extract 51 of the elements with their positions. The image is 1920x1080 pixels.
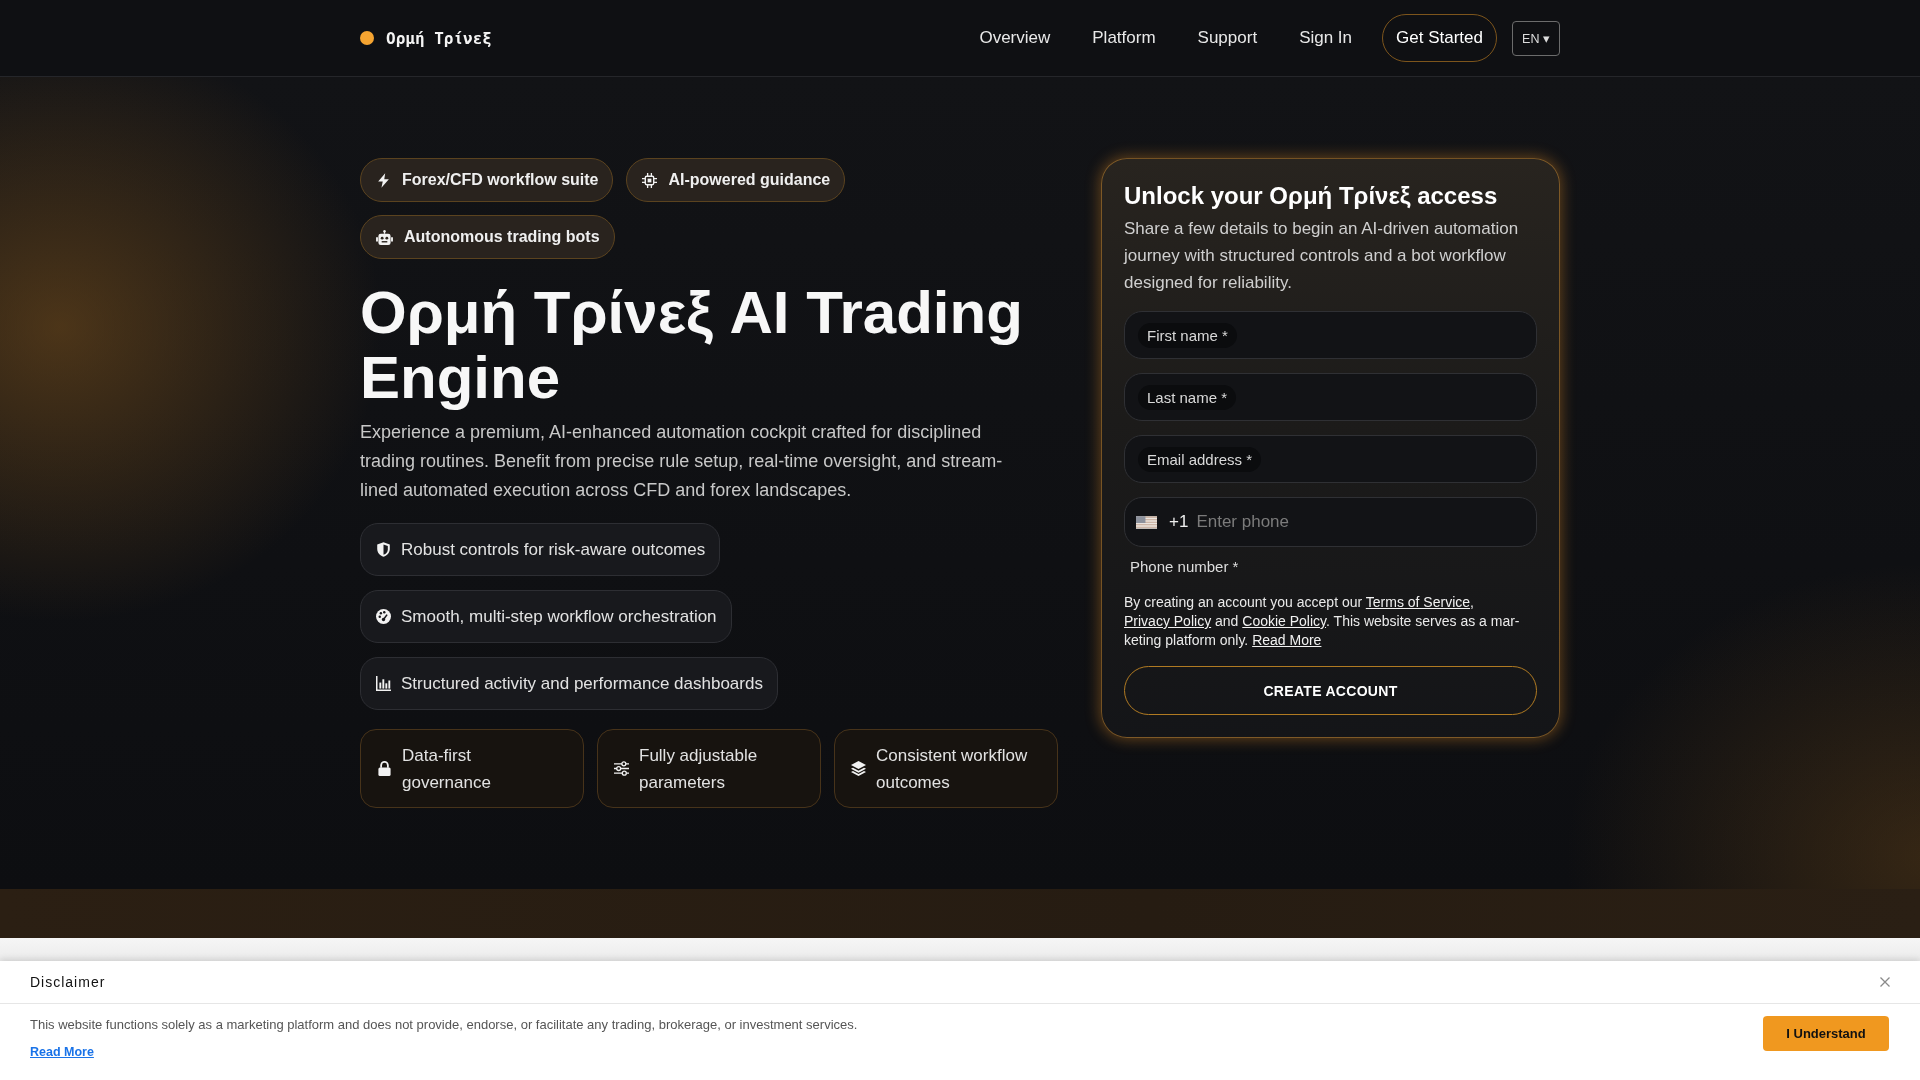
tag-label: AI-powered guidance: [668, 171, 831, 189]
nav-link[interactable]: Platform: [1092, 28, 1156, 48]
feature-text: Robust controls for risk-aware outcomes: [401, 539, 706, 560]
nav-link[interactable]: Sign In: [1299, 28, 1353, 48]
layers-icon: [851, 761, 866, 776]
close-button[interactable]: [1880, 977, 1890, 987]
signup-description: Share a few details to begin an AI-driven automation journey with structured controls and a bot workflow designed for reliability.: [1124, 218, 1520, 294]
hero-description: Experience a premium, AI-enhanced automation cockpit crafted for disciplined trading routines. Benefit from precise rule setup, real-time oversight, and stream-lined automated execution across CFD and forex landscapes.: [360, 421, 1004, 502]
feature-text: Structured activity and performance dashboards: [401, 673, 763, 694]
gauge-icon: [376, 609, 391, 624]
brand-name[interactable]: Ορμή Τρίνεξ: [386, 28, 492, 48]
brand-dot-icon: [360, 31, 374, 45]
nav-link[interactable]: Overview: [979, 28, 1051, 48]
field-label: Last name *: [1138, 384, 1237, 410]
consent-link[interactable]: Privacy Policy: [1124, 613, 1212, 629]
understand-button[interactable]: I Understand: [1763, 1016, 1889, 1051]
card-text: Fully adjustable parameters: [639, 744, 759, 794]
nav-link[interactable]: Support: [1197, 28, 1258, 48]
robot-icon: [376, 229, 393, 245]
hero-title: Ορμή Τρίνεξ AI Trading Engine: [360, 280, 1024, 410]
bar-chart-icon: [376, 676, 391, 691]
field-label: Email address *: [1138, 446, 1262, 472]
disclaimer-text: This website functions solely as a marketing platform and does not provide, endorse, or facilitate any trading, brokerage, or investment services.: [30, 1016, 858, 1034]
phone-field[interactable]: +1 Enter phone: [1124, 497, 1537, 547]
tag-label: Forex/CFD workflow suite: [402, 171, 599, 189]
chip-icon: [642, 172, 658, 188]
phone-input[interactable]: Enter phone: [1196, 512, 1523, 532]
lightning-icon: [376, 172, 391, 188]
phone-label: Phone number *: [1129, 557, 1239, 577]
feature-text: Smooth, multi-step workflow orchestration: [401, 606, 717, 627]
close-icon: [1880, 977, 1890, 987]
field-label: First name *: [1138, 322, 1237, 348]
disclaimer-title: Disclaimer: [30, 974, 106, 990]
shield-icon: [376, 542, 391, 557]
tag-label: Autonomous trading bots: [404, 228, 600, 246]
card-text: Data-first governance: [402, 744, 492, 794]
signup-title: Unlock your Ορμή Τρίνεξ access: [1124, 181, 1499, 211]
consent-link[interactable]: Terms of Service: [1365, 594, 1471, 610]
consent-link[interactable]: Read More: [1252, 632, 1322, 648]
input-field[interactable]: Last name *: [1124, 373, 1537, 421]
card-text: Consistent workflow outcomes: [876, 744, 1029, 794]
flag-icon: [1136, 515, 1157, 529]
consent-link[interactable]: Cookie Policy: [1242, 613, 1327, 629]
language-button[interactable]: EN ▾: [1512, 20, 1560, 56]
sliders-icon: [614, 761, 629, 776]
read-more-link[interactable]: Read More: [30, 1045, 94, 1059]
dial-code: +1: [1169, 512, 1189, 532]
input-field[interactable]: Email address *: [1124, 435, 1537, 483]
consent-text: By creating an account you accept our Terms of Service, Privacy Policy and Cookie Policy. This website serves as a mar-keting platform only. Read More: [1124, 593, 1521, 650]
lock-icon: [377, 761, 392, 776]
input-field[interactable]: First name *: [1124, 311, 1537, 359]
